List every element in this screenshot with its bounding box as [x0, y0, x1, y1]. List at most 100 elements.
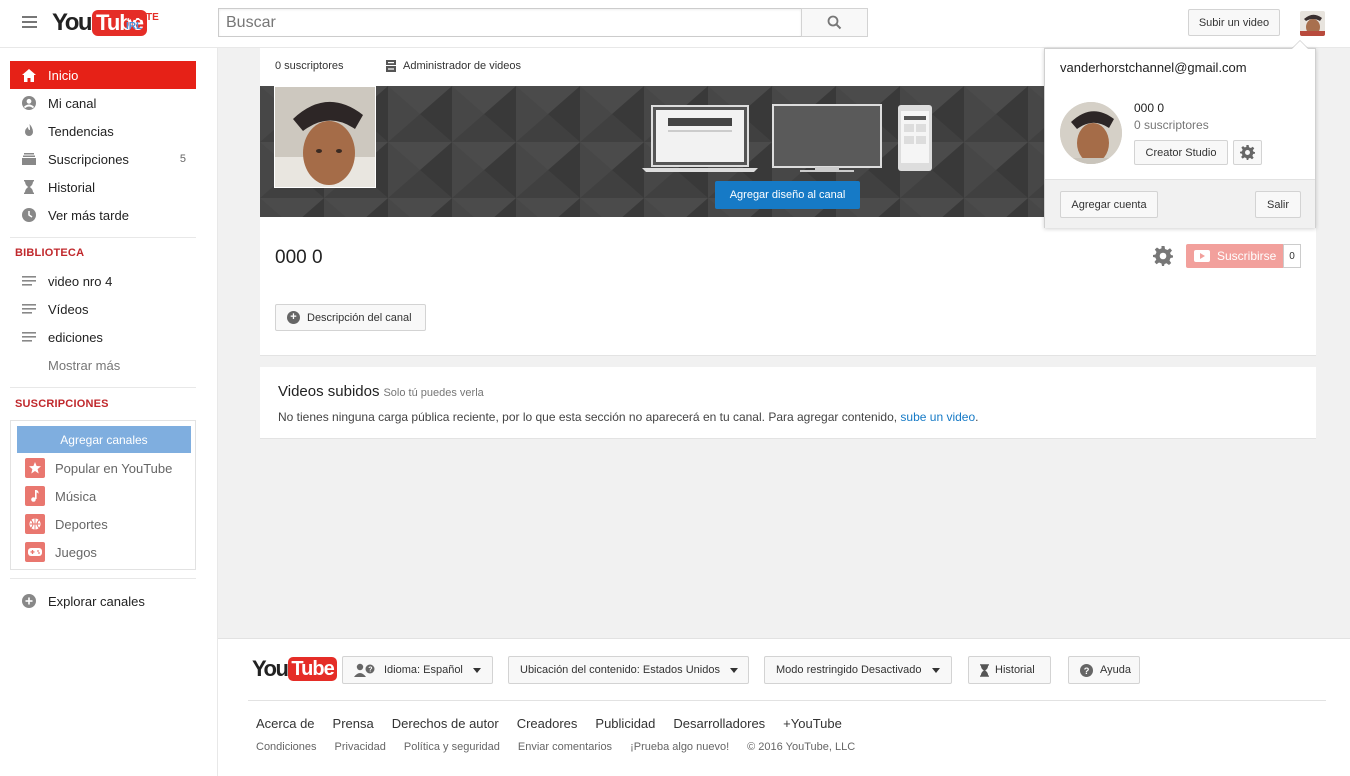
uploaded-videos-heading: Videos subidos — [278, 383, 380, 400]
ball-icon — [25, 514, 45, 534]
sub-item-label: Juegos — [55, 544, 97, 560]
sidebar-item-ver-mas-tarde[interactable]: Ver más tarde — [10, 201, 196, 229]
vote-line2: IRL — [126, 21, 143, 32]
footer-link-terms[interactable]: Condiciones — [256, 741, 317, 753]
sub-item-musica[interactable]: Música — [25, 482, 195, 510]
footer-youtube-logo[interactable]: You Tube — [252, 656, 337, 682]
sidebar-item-label: Tendencias — [48, 123, 114, 139]
music-note-icon — [25, 486, 45, 506]
sub-item-deportes[interactable]: Deportes — [25, 510, 195, 538]
sidebar-item-inicio[interactable]: Inicio — [10, 61, 196, 89]
subscriptions-section-title: SUSCRIPCIONES — [15, 398, 109, 410]
channel-description-button[interactable]: + Descripción del canal — [275, 304, 426, 331]
sidebar-item-label: video nro 4 — [48, 273, 113, 289]
location-picker[interactable]: Ubicación del contenido: Estados Unidos — [508, 656, 749, 684]
flame-icon — [10, 124, 48, 138]
visibility-note: Solo tú puedes verla — [383, 387, 484, 399]
sidebar-item-playlist-1[interactable]: video nro 4 — [10, 267, 196, 295]
sidebar-item-label: Vídeos — [48, 301, 89, 317]
channel-description-label: Descripción del canal — [307, 311, 412, 324]
video-manager-label: Administrador de videos — [403, 60, 522, 72]
restricted-mode-picker[interactable]: Modo restringido Desactivado — [764, 656, 952, 684]
footer-link-press[interactable]: Prensa — [333, 716, 374, 731]
sub-item-label: Deportes — [55, 516, 108, 532]
sub-item-juegos[interactable]: Juegos — [25, 538, 195, 566]
footer-divider — [248, 700, 1326, 701]
menu-icon[interactable] — [22, 16, 37, 28]
footer-copyright: © 2016 YouTube, LLC — [747, 741, 856, 753]
language-picker[interactable]: ? Idioma: Español — [342, 656, 493, 684]
help-label: Ayuda — [1100, 664, 1131, 676]
footer-link-about[interactable]: Acerca de — [256, 716, 315, 731]
channel-name: 000 0 — [275, 247, 323, 268]
footer-link-copyright[interactable]: Derechos de autor — [392, 716, 499, 731]
sidebar: Inicio Mi canal Tendencias Suscripciones… — [0, 48, 218, 776]
playlist-icon — [10, 304, 48, 314]
help-button[interactable]: ? Ayuda — [1068, 656, 1140, 684]
account-menu-popup: vanderhorstchannel@gmail.com 000 0 0 sus… — [1044, 48, 1316, 228]
video-manager-link[interactable]: Administrador de videos — [386, 60, 521, 72]
play-icon — [1194, 250, 1210, 262]
account-avatar[interactable] — [1300, 11, 1325, 36]
sub-item-popular[interactable]: Popular en YouTube — [25, 454, 195, 482]
library-section-title: BIBLIOTECA — [15, 247, 85, 259]
sidebar-item-playlist-2[interactable]: Vídeos — [10, 295, 196, 323]
hourglass-icon — [10, 180, 48, 194]
footer-link-developers[interactable]: Desarrolladores — [673, 716, 765, 731]
no-uploads-text: No tienes ninguna carga pública reciente… — [278, 410, 898, 424]
subscribe-button[interactable]: Suscribirse — [1186, 244, 1283, 268]
popup-footer: Agregar cuenta Salir — [1045, 179, 1315, 228]
sub-item-label: Música — [55, 488, 97, 504]
popup-arrow-fill — [1292, 41, 1308, 49]
sign-out-button[interactable]: Salir — [1255, 191, 1301, 218]
creator-studio-button[interactable]: Creator Studio — [1134, 140, 1228, 165]
sidebar-item-suscripciones[interactable]: Suscripciones 5 — [10, 145, 196, 173]
sidebar-item-playlist-3[interactable]: ediciones — [10, 323, 196, 351]
video-manager-icon — [386, 60, 396, 72]
sidebar-item-tendencias[interactable]: Tendencias — [10, 117, 196, 145]
sidebar-item-label: ediciones — [48, 329, 103, 345]
add-channel-art-button[interactable]: Agregar diseño al canal — [715, 181, 860, 209]
footer-link-privacy[interactable]: Privacidad — [335, 741, 386, 753]
history-label: Historial — [995, 664, 1035, 676]
help-icon: ? — [1080, 663, 1093, 677]
svg-text:?: ? — [368, 667, 372, 674]
subscriber-count: 0 suscriptores — [275, 60, 344, 72]
history-button[interactable]: Historial — [968, 656, 1051, 684]
message-period: . — [975, 410, 979, 424]
add-channels-button[interactable]: Agregar canales — [17, 426, 191, 453]
upload-button[interactable]: Subir un video — [1188, 9, 1280, 36]
subscriptions-icon — [10, 153, 48, 165]
footer-link-try-new[interactable]: ¡Prueba algo nuevo! — [630, 741, 729, 753]
search-input[interactable] — [218, 8, 802, 37]
playlist-icon — [10, 332, 48, 342]
sidebar-item-mi-canal[interactable]: Mi canal — [10, 89, 196, 117]
footer-link-plus-youtube[interactable]: +YouTube — [783, 716, 842, 731]
sidebar-item-label: Inicio — [48, 67, 79, 83]
top-bar: YouTube #VOTE IRL Subir un video — [0, 0, 1350, 48]
channel-avatar[interactable] — [274, 86, 376, 188]
sidebar-item-historial[interactable]: Historial — [10, 173, 196, 201]
gear-icon — [1240, 145, 1255, 160]
account-settings-button[interactable] — [1233, 140, 1262, 165]
user-icon — [10, 96, 48, 110]
show-more-label: Mostrar más — [48, 357, 121, 373]
footer-secondary-links: Condiciones Privacidad Política y seguri… — [256, 741, 855, 753]
search-button[interactable] — [801, 8, 868, 37]
sidebar-divider — [10, 387, 196, 388]
subscription-count-badge: 5 — [179, 153, 186, 165]
show-more-link[interactable]: Mostrar más — [10, 351, 196, 379]
footer-link-feedback[interactable]: Enviar comentarios — [518, 741, 612, 753]
upload-video-link[interactable]: sube un video — [900, 410, 975, 424]
footer-logo-tube: Tube — [288, 657, 337, 681]
page-footer: You Tube ? Idioma: Español Ubicación del … — [218, 638, 1350, 776]
add-account-button[interactable]: Agregar cuenta — [1060, 191, 1158, 218]
sidebar-item-label: Mi canal — [48, 95, 97, 111]
footer-link-advertise[interactable]: Publicidad — [595, 716, 655, 731]
footer-link-policy-safety[interactable]: Política y seguridad — [404, 741, 500, 753]
footer-link-creators[interactable]: Creadores — [517, 716, 578, 731]
popup-avatar[interactable] — [1060, 102, 1122, 164]
footer-logo-you: You — [252, 656, 289, 681]
channel-settings-icon[interactable] — [1153, 246, 1173, 269]
explore-channels-link[interactable]: Explorar canales — [10, 587, 196, 615]
